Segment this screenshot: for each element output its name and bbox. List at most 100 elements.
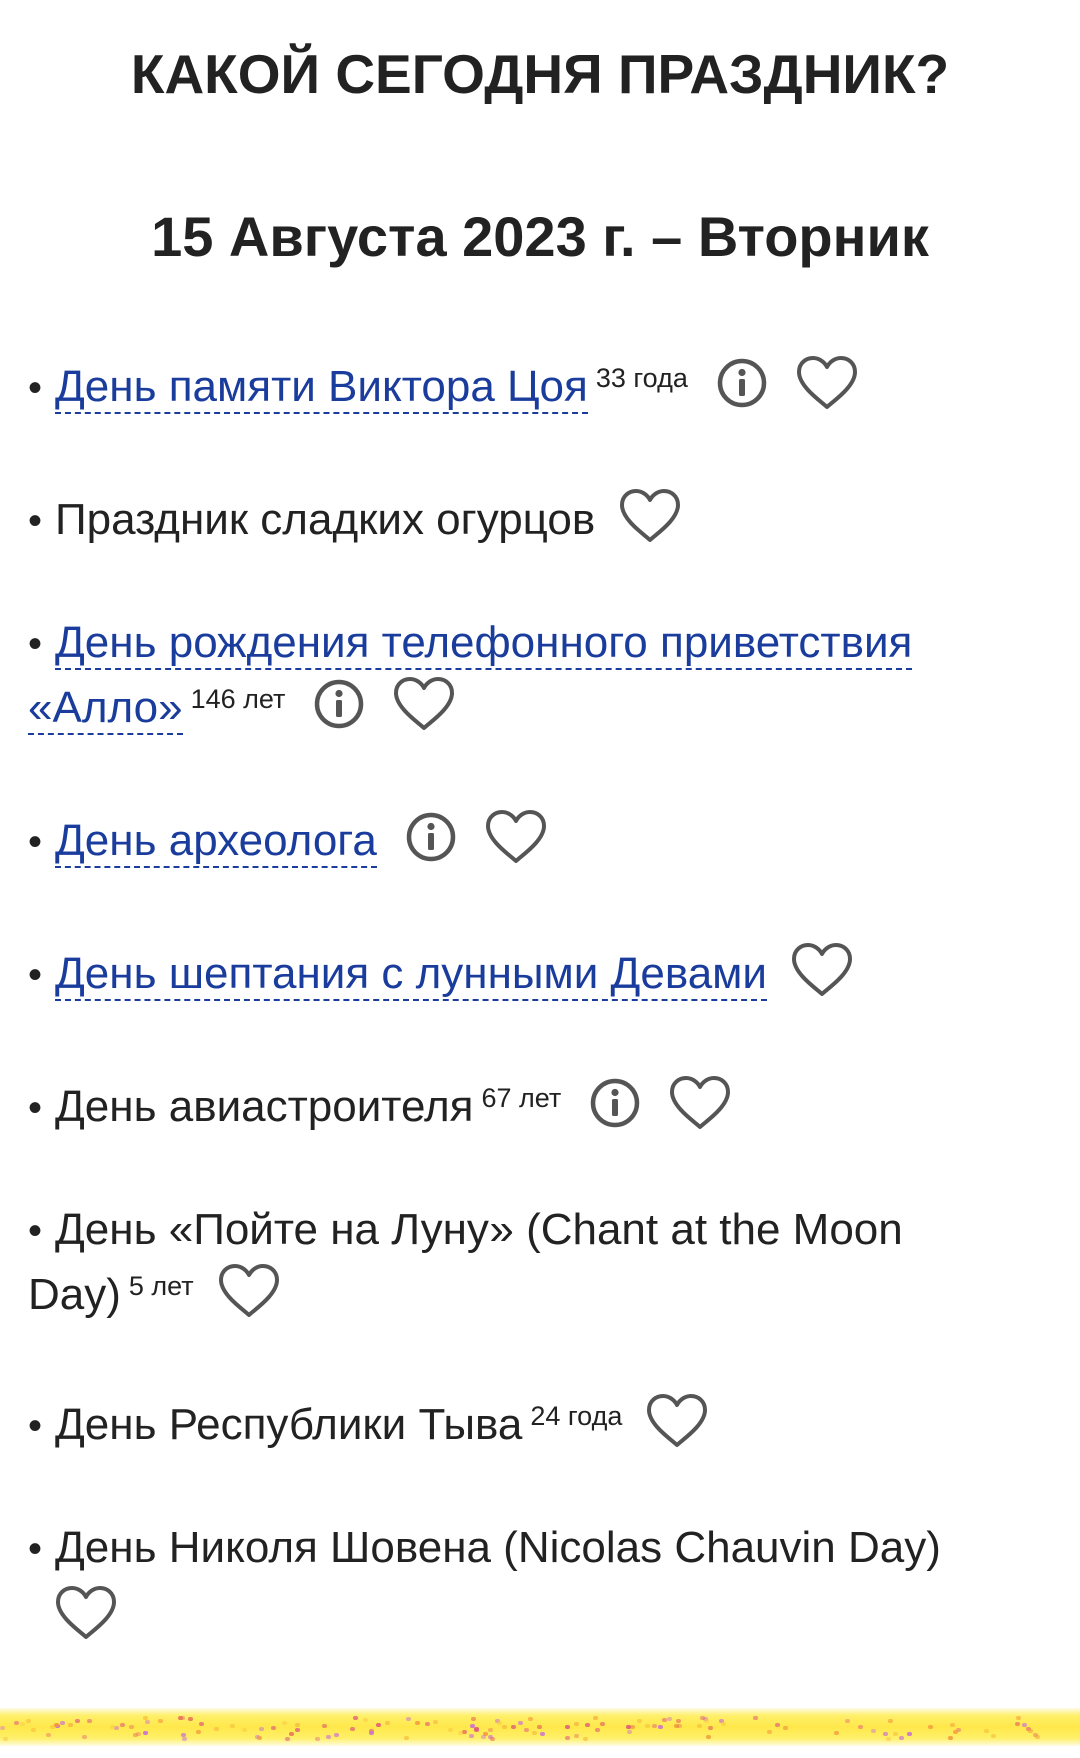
footer-speckle bbox=[363, 1718, 368, 1722]
holiday-age: 67 лет bbox=[481, 1083, 562, 1113]
footer-speckle bbox=[182, 1737, 187, 1741]
holiday-age: 33 года bbox=[595, 363, 688, 393]
footer-speckle bbox=[593, 1716, 598, 1720]
holiday-item: • День Николя Шовена (Nicolas Chauvin Day… bbox=[28, 1516, 1018, 1644]
footer-speckle bbox=[350, 1727, 355, 1731]
footer-speckle bbox=[950, 1723, 955, 1727]
footer-speckle bbox=[991, 1734, 996, 1738]
footer-speckle bbox=[334, 1733, 339, 1737]
heart-icon[interactable] bbox=[791, 942, 853, 998]
footer-speckle bbox=[158, 1719, 163, 1723]
footer-speckle bbox=[677, 1724, 682, 1728]
footer-speckle bbox=[214, 1727, 219, 1731]
footer-speckle bbox=[474, 1728, 479, 1732]
footer-speckle bbox=[834, 1731, 839, 1735]
footer-speckle bbox=[259, 1727, 264, 1731]
holiday-link[interactable]: День памяти Виктора Цоя bbox=[55, 362, 588, 414]
footer-speckle bbox=[585, 1723, 590, 1727]
footer-speckle bbox=[948, 1736, 953, 1740]
footer-speckle bbox=[26, 1719, 31, 1723]
holiday-link[interactable]: День археолога bbox=[55, 816, 377, 868]
holiday-item: • День «Пойте на Луну» (Chant at the Moon… bbox=[28, 1198, 1018, 1326]
footer-speckle bbox=[315, 1737, 320, 1741]
footer-speckle bbox=[469, 1734, 474, 1738]
footer-speckle bbox=[295, 1723, 300, 1727]
footer-speckle bbox=[583, 1737, 588, 1741]
info-icon[interactable] bbox=[313, 678, 365, 730]
footer-speckle bbox=[433, 1720, 438, 1724]
heart-icon[interactable] bbox=[485, 809, 547, 865]
holiday-item: • День шептания с лунными Девами bbox=[28, 942, 1018, 1007]
footer-speckle bbox=[143, 1716, 148, 1720]
footer-speckle bbox=[595, 1728, 600, 1732]
bullet: • bbox=[28, 1086, 43, 1130]
footer-speckle bbox=[242, 1728, 247, 1732]
heart-icon[interactable] bbox=[646, 1393, 708, 1449]
info-icon[interactable] bbox=[716, 357, 768, 409]
holiday-title: День Республики Тыва bbox=[55, 1400, 523, 1449]
info-icon[interactable] bbox=[405, 811, 457, 863]
footer-speckle bbox=[565, 1725, 570, 1729]
info-icon[interactable] bbox=[589, 1077, 641, 1129]
footer-speckle bbox=[697, 1724, 702, 1728]
footer-speckle bbox=[700, 1716, 705, 1720]
footer-speckle bbox=[532, 1731, 537, 1735]
footer-speckle bbox=[953, 1730, 958, 1734]
footer-speckle bbox=[181, 1733, 186, 1737]
footer-speckle bbox=[82, 1735, 87, 1739]
footer-speckle bbox=[858, 1725, 863, 1729]
footer-speckle bbox=[271, 1726, 276, 1730]
footer-speckle bbox=[783, 1726, 788, 1730]
footer-speckle bbox=[667, 1717, 672, 1721]
footer-speckle bbox=[129, 1725, 134, 1729]
holiday-age: 24 года bbox=[530, 1401, 623, 1431]
footer-speckle bbox=[1016, 1716, 1021, 1720]
bullet: • bbox=[28, 366, 43, 410]
footer-speckle bbox=[893, 1732, 898, 1736]
holiday-title: День «Пойте на Луну» (Chant at the Moon bbox=[55, 1205, 903, 1254]
footer-speckle bbox=[322, 1724, 327, 1728]
footer-speckle bbox=[54, 1723, 59, 1727]
holiday-item: • День рождения телефонного приветствия «А… bbox=[28, 611, 1018, 739]
holiday-title: День Николя Шовена (Nicolas Chauvin Day) bbox=[55, 1523, 941, 1572]
holiday-link-continued[interactable]: «Алло» bbox=[28, 683, 183, 735]
footer-speckle bbox=[415, 1721, 420, 1725]
footer-speckle bbox=[899, 1736, 904, 1740]
footer-speckle bbox=[662, 1718, 667, 1722]
footer-speckle bbox=[326, 1735, 331, 1739]
footer-speckle bbox=[471, 1717, 476, 1721]
footer-speckle bbox=[120, 1723, 125, 1727]
heart-icon[interactable] bbox=[218, 1263, 280, 1319]
heart-icon[interactable] bbox=[393, 676, 455, 732]
footer-speckle bbox=[1028, 1729, 1033, 1733]
heart-icon[interactable] bbox=[796, 355, 858, 411]
footer-speckle bbox=[871, 1729, 876, 1733]
footer-speckle bbox=[627, 1730, 632, 1734]
bullet: • bbox=[28, 820, 43, 864]
footer-speckle bbox=[46, 1733, 51, 1737]
holiday-link[interactable]: День шептания с лунными Девами bbox=[55, 949, 767, 1001]
footer-speckle bbox=[1035, 1735, 1040, 1739]
holiday-item: • День памяти Виктора Цоя 33 года bbox=[28, 355, 1018, 420]
footer-speckle bbox=[406, 1717, 411, 1721]
holiday-title: Праздник сладких огурцов bbox=[55, 495, 596, 544]
heart-icon[interactable] bbox=[619, 488, 681, 544]
footer-speckle bbox=[196, 1730, 201, 1734]
footer-speckle bbox=[31, 1728, 36, 1732]
footer-speckle bbox=[676, 1719, 681, 1723]
footer-speckle bbox=[458, 1731, 463, 1735]
footer-speckle bbox=[481, 1735, 486, 1739]
page-date: 15 Августа 2023 г. – Вторник bbox=[151, 205, 929, 268]
footer-speckle bbox=[888, 1719, 893, 1723]
footer-speckle bbox=[637, 1719, 642, 1723]
footer-speckle bbox=[448, 1728, 453, 1732]
footer-speckle bbox=[14, 1721, 19, 1725]
heart-icon[interactable] bbox=[669, 1075, 731, 1131]
footer-speckle bbox=[706, 1735, 711, 1739]
decorative-footer-strip bbox=[0, 1708, 1080, 1746]
heart-icon[interactable] bbox=[55, 1585, 117, 1641]
footer-speckle bbox=[199, 1722, 204, 1726]
footer-speckle bbox=[537, 1725, 542, 1729]
holiday-link[interactable]: День рождения телефонного приветствия bbox=[55, 618, 913, 670]
footer-speckle bbox=[0, 1726, 5, 1730]
